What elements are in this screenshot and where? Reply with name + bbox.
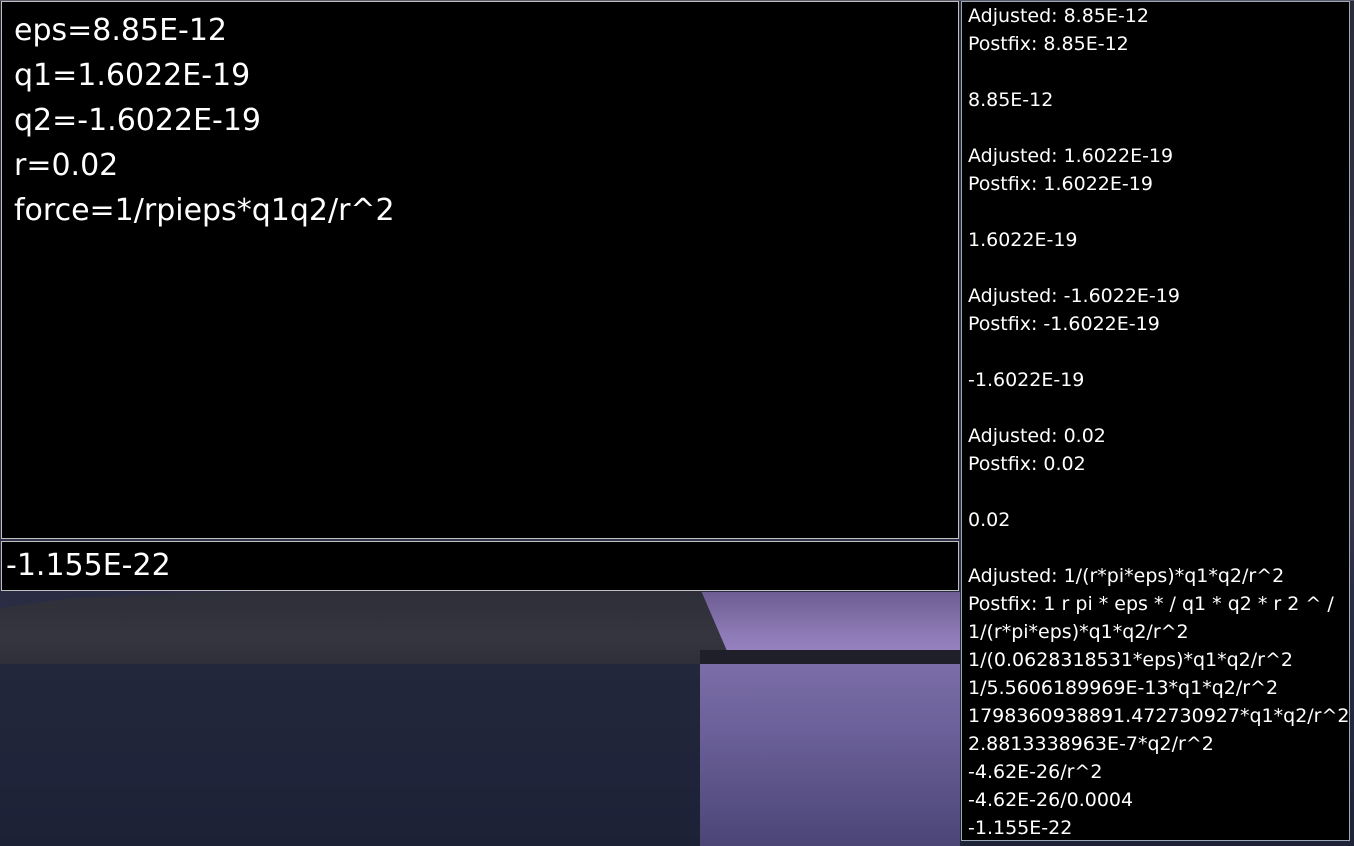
log-line: Postfix: 8.85E-12 bbox=[968, 33, 1129, 55]
expression-editor[interactable]: eps=8.85E-12 q1=1.6022E-19 q2=-1.6022E-1… bbox=[1, 1, 959, 539]
log-line: 1.6022E-19 bbox=[968, 229, 1078, 251]
log-line: Adjusted: -1.6022E-19 bbox=[968, 285, 1180, 307]
log-line: -4.62E-26/r^2 bbox=[968, 761, 1103, 783]
log-line: Postfix: 0.02 bbox=[968, 453, 1086, 475]
wallpaper-mountain-reflection bbox=[0, 664, 730, 846]
log-line: 1798360938891.472730927*q1*q2/r^2 bbox=[968, 705, 1350, 727]
log-line: 2.8813338963E-7*q2/r^2 bbox=[968, 733, 1214, 755]
log-line: Postfix: -1.6022E-19 bbox=[968, 313, 1160, 335]
log-line: Adjusted: 1.6022E-19 bbox=[968, 145, 1174, 167]
log-line: -1.6022E-19 bbox=[968, 369, 1085, 391]
evaluation-log[interactable]: Adjusted: 8.85E-12 Postfix: 8.85E-12 8.8… bbox=[961, 1, 1350, 841]
log-line: 8.85E-12 bbox=[968, 89, 1054, 111]
log-line: Postfix: 1 r pi * eps * / q1 * q2 * r 2 … bbox=[968, 593, 1334, 615]
editor-line[interactable]: q1=1.6022E-19 bbox=[14, 53, 946, 98]
wallpaper-far-shore bbox=[700, 650, 960, 664]
log-line: 1/(0.0628318531*eps)*q1*q2/r^2 bbox=[968, 649, 1293, 671]
result-field[interactable]: -1.155E-22 bbox=[1, 541, 959, 591]
log-line: 0.02 bbox=[968, 509, 1011, 531]
log-line: -4.62E-26/0.0004 bbox=[968, 789, 1134, 811]
log-line: Postfix: 1.6022E-19 bbox=[968, 173, 1153, 195]
log-line: 1/5.5606189969E-13*q1*q2/r^2 bbox=[968, 677, 1279, 699]
editor-line[interactable]: q2=-1.6022E-19 bbox=[14, 98, 946, 143]
log-line: Adjusted: 8.85E-12 bbox=[968, 5, 1149, 27]
editor-line[interactable]: r=0.02 bbox=[14, 143, 946, 188]
log-line: Adjusted: 1/(r*pi*eps)*q1*q2/r^2 bbox=[968, 565, 1285, 587]
editor-line[interactable]: eps=8.85E-12 bbox=[14, 8, 946, 53]
log-line: -1.155E-22 bbox=[968, 817, 1073, 839]
log-line: Adjusted: 0.02 bbox=[968, 425, 1106, 447]
wallpaper-sky-reflection bbox=[700, 664, 960, 846]
log-line: 1/(r*pi*eps)*q1*q2/r^2 bbox=[968, 621, 1189, 643]
editor-line[interactable]: force=1/rpieps*q1q2/r^2 bbox=[14, 188, 946, 233]
